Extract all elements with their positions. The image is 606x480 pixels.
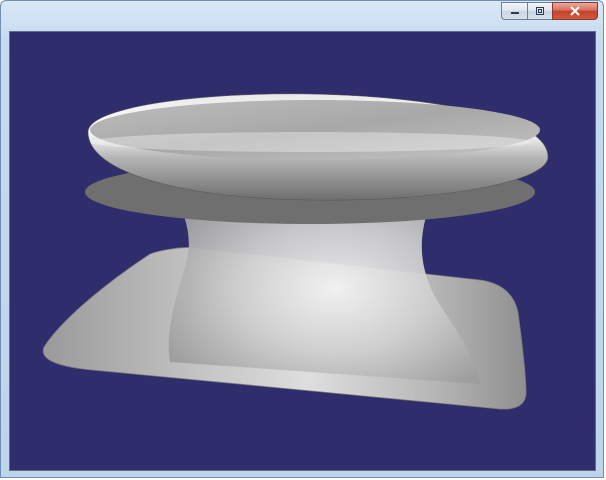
minimize-icon xyxy=(510,12,519,14)
application-window xyxy=(0,0,604,478)
minimize-button[interactable] xyxy=(501,2,527,20)
title-bar[interactable] xyxy=(1,1,603,27)
maximize-button[interactable] xyxy=(527,2,552,20)
3d-viewport[interactable] xyxy=(9,31,596,471)
maximize-icon xyxy=(536,7,544,15)
close-button[interactable] xyxy=(552,2,598,20)
disk-highlight xyxy=(90,132,530,152)
caption-buttons xyxy=(501,2,598,21)
3d-surface-render[interactable] xyxy=(10,32,596,471)
close-icon xyxy=(570,6,580,16)
